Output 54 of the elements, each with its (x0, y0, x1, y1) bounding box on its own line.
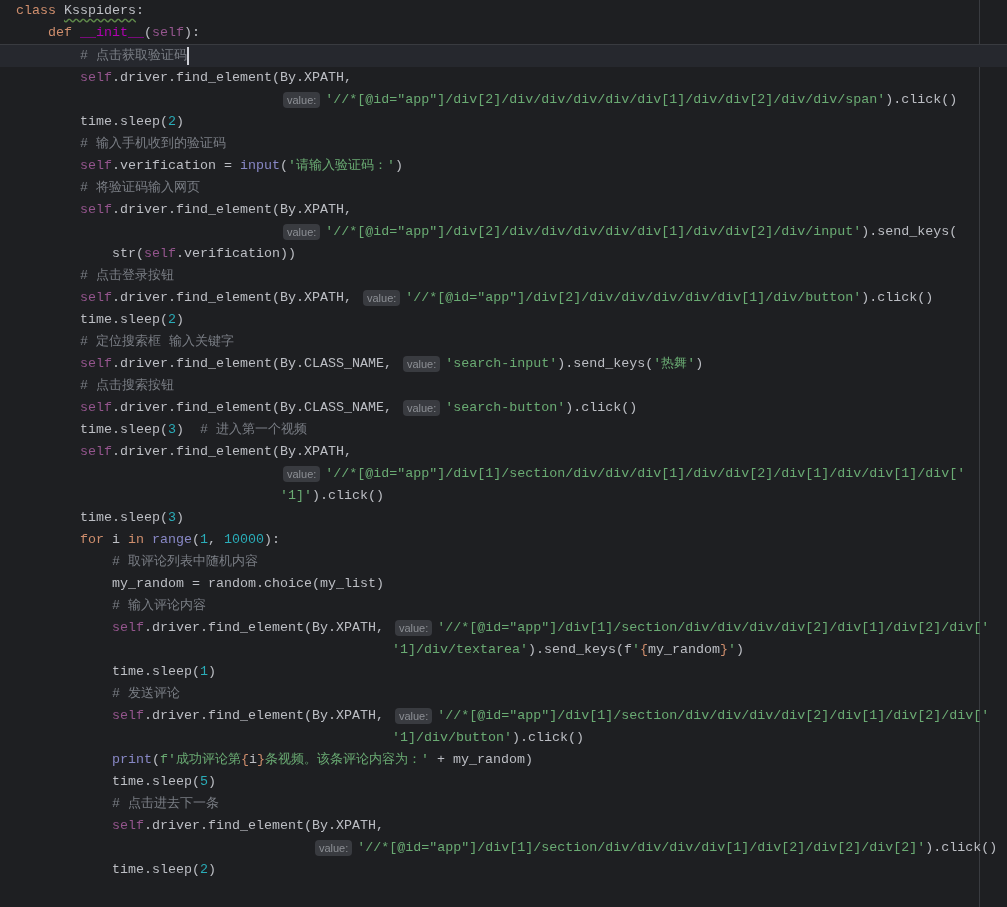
code-text: '//*[@id="app"]/div[2]/div/div/div/div/div[1]/div/div[2]/div/div/span').click() (325, 91, 958, 109)
code-text: time.sleep(2) (112, 861, 216, 879)
code-text: 'search-button').click() (445, 399, 638, 417)
code-text: self.driver.find_element(By.XPATH, (80, 289, 352, 307)
code-text: self.verification = input('请输入验证码：') (80, 157, 403, 175)
code-text: class Ksspiders: (16, 2, 144, 20)
code-text: '1]/div/button').click() (391, 729, 584, 747)
code-text: print(f'成功评论第{i}条视频。该条评论内容为：' + my_random) (112, 751, 533, 769)
code-text: self.driver.find_element(By.XPATH, (80, 443, 352, 461)
code-text: '//*[@id="app"]/div[1]/section/div/div/div/div[2]/div[1]/div[2]/div[' (437, 619, 990, 637)
code-text: my_random = random.choice(my_list) (112, 575, 384, 593)
code-text: 'search-input').send_keys('热舞') (445, 355, 704, 373)
code-comment: # 取评论列表中随机内容 (112, 553, 258, 571)
code-text: for i in range(1, 10000): (80, 531, 280, 549)
code-text: self.driver.find_element(By.XPATH, (112, 619, 384, 637)
inlay-hint: value: (282, 224, 321, 240)
code-comment: # 点击获取验证码 (80, 47, 187, 65)
inlay-hint: value: (362, 290, 401, 306)
code-text: '//*[@id="app"]/div[2]/div/div/div/div/div[1]/div/button').click() (405, 289, 934, 307)
code-text: '1]/div/textarea').send_keys(f'{my_random}') (391, 641, 744, 659)
code-text: '//*[@id="app"]/div[1]/section/div/div/div/div[2]/div[1]/div[2]/div[' (437, 707, 990, 725)
inlay-hint: value: (402, 356, 441, 372)
code-text: '//*[@id="app"]/div[1]/section/div/div/div/div[1]/div[2]/div[2]/div[2]').click() (357, 839, 998, 857)
code-text: '1]').click() (279, 487, 384, 505)
code-text: time.sleep(2) (80, 311, 184, 329)
code-comment: # 点击登录按钮 (80, 267, 174, 285)
code-text: time.sleep(1) (112, 663, 216, 681)
code-text: time.sleep(5) (112, 773, 216, 791)
text-cursor (187, 47, 189, 65)
inlay-hint: value: (282, 92, 321, 108)
code-text: '//*[@id="app"]/div[2]/div/div/div/div/div[1]/div/div[2]/div/input').send_keys( (325, 223, 958, 241)
code-text: self.driver.find_element(By.CLASS_NAME, (80, 355, 392, 373)
code-text: self.driver.find_element(By.CLASS_NAME, (80, 399, 392, 417)
code-text: self.driver.find_element(By.XPATH, (112, 817, 384, 835)
code-comment: # 点击搜索按钮 (80, 377, 174, 395)
code-comment: # 定位搜索框 输入关键字 (80, 333, 234, 351)
code-text: time.sleep(3) (80, 509, 184, 527)
code-text: '//*[@id="app"]/div[1]/section/div/div/div[1]/div/div[2]/div[1]/div/div[1]/div[' (325, 465, 966, 483)
code-text: self.driver.find_element(By.XPATH, (80, 201, 352, 219)
inlay-hint: value: (394, 708, 433, 724)
code-comment: # 将验证码输入网页 (80, 179, 200, 197)
inlay-hint: value: (314, 840, 353, 856)
code-text: self.driver.find_element(By.XPATH, (80, 69, 352, 87)
code-comment: # 输入手机收到的验证码 (80, 135, 226, 153)
inlay-hint: value: (394, 620, 433, 636)
code-comment: # 发送评论 (112, 685, 180, 703)
inlay-hint: value: (402, 400, 441, 416)
code-editor[interactable] (0, 0, 1007, 907)
code-text: def __init__(self): (48, 24, 200, 42)
code-text: str(self.verification)) (112, 245, 296, 263)
code-text: time.sleep(2) (80, 113, 184, 131)
inlay-hint: value: (282, 466, 321, 482)
code-comment: # 输入评论内容 (112, 597, 206, 615)
code-text: self.driver.find_element(By.XPATH, (112, 707, 384, 725)
